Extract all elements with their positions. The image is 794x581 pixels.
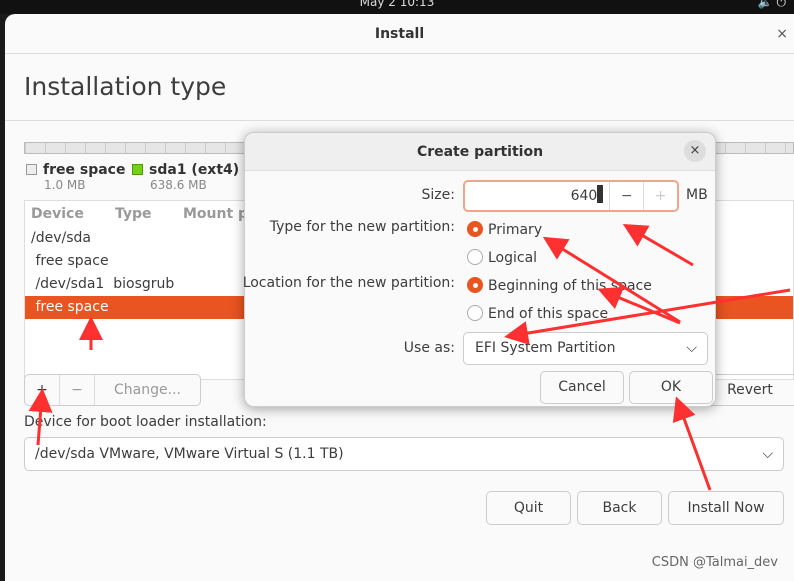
arrow-to-primary <box>542 236 681 324</box>
arrow-to-ok <box>672 396 712 491</box>
watermark: CSDN @Talmai_dev <box>651 555 778 570</box>
arrow-to-size <box>622 223 694 267</box>
annotation-arrows <box>28 223 791 491</box>
arrow-to-add <box>28 388 53 446</box>
arrow-to-use-as <box>504 288 791 345</box>
